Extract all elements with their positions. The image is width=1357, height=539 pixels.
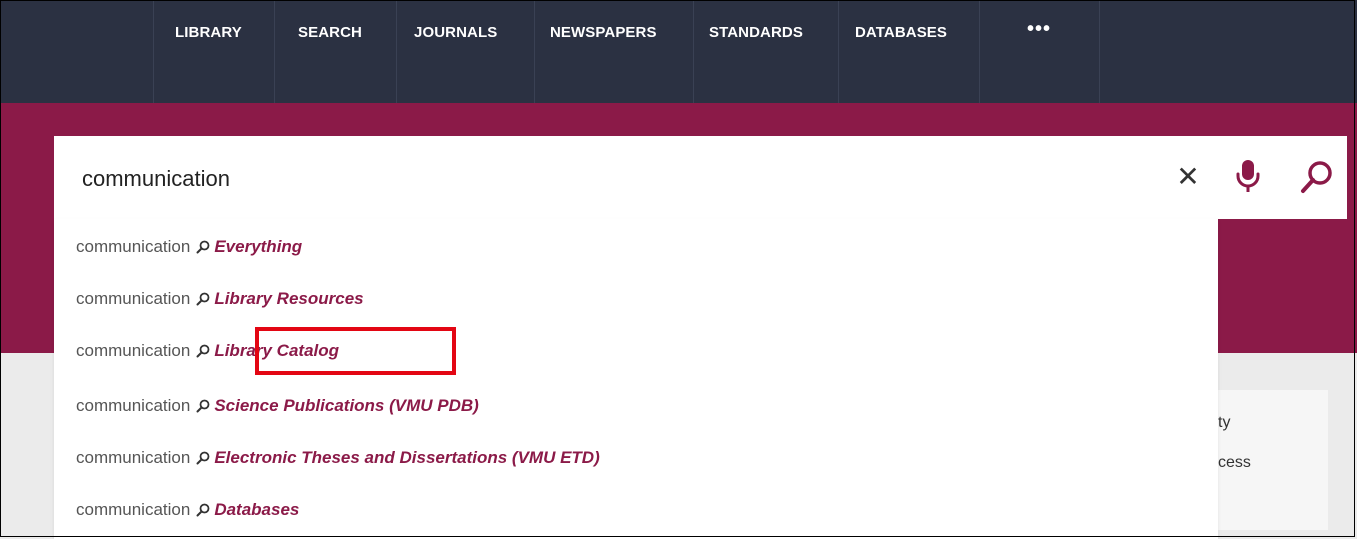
search-icon	[1301, 161, 1332, 193]
search-submit-button[interactable]	[1298, 158, 1336, 196]
nav-divider	[153, 0, 154, 103]
info-card-text-2: cess	[1218, 454, 1251, 471]
search-icon	[196, 399, 210, 413]
suggestion-databases[interactable]: communication Databases	[76, 495, 299, 525]
suggestion-scope: Library Catalog	[214, 341, 340, 360]
close-icon: ✕	[1176, 161, 1200, 192]
nav-divider	[396, 0, 397, 103]
suggestion-term: communication	[76, 448, 191, 467]
search-icon	[196, 292, 210, 306]
suggestion-everything[interactable]: communication Everything	[76, 232, 302, 262]
suggestion-library-catalog[interactable]: communication Library Catalog	[76, 336, 339, 366]
suggestion-term: communication	[76, 500, 191, 519]
more-menu-button[interactable]: •••	[1027, 18, 1051, 41]
nav-item-standards[interactable]: STANDARDS	[709, 24, 803, 41]
info-card-text-1: ty	[1218, 414, 1231, 431]
nav-divider	[979, 0, 980, 103]
microphone-icon	[1236, 160, 1260, 192]
suggestion-scope: Library Resources	[214, 289, 364, 308]
search-suggestions-dropdown: communication Everything communication L…	[54, 219, 1218, 539]
suggestion-library-resources[interactable]: communication Library Resources	[76, 284, 364, 314]
top-navigation: LIBRARY SEARCH JOURNALS NEWSPAPERS STAND…	[0, 0, 1357, 103]
suggestion-term: communication	[76, 341, 191, 360]
nav-divider	[534, 0, 535, 103]
nav-item-journals[interactable]: JOURNALS	[414, 24, 497, 41]
search-icon	[196, 240, 210, 254]
voice-search-button[interactable]	[1233, 158, 1263, 196]
suggestion-term: communication	[76, 396, 191, 415]
suggestion-theses-dissertations[interactable]: communication Electronic Theses and Diss…	[76, 443, 600, 473]
nav-divider	[1099, 0, 1100, 103]
search-input[interactable]	[80, 162, 1084, 196]
suggestion-scope: Everything	[214, 237, 303, 256]
nav-item-newspapers[interactable]: NEWSPAPERS	[550, 24, 657, 41]
search-icon	[196, 503, 210, 517]
search-icon	[196, 344, 210, 358]
search-icon	[196, 451, 210, 465]
nav-divider	[838, 0, 839, 103]
suggestion-science-publications[interactable]: communication Science Publications (VMU …	[76, 391, 479, 421]
nav-item-search[interactable]: SEARCH	[298, 24, 362, 41]
clear-button[interactable]: ✕	[1174, 158, 1202, 196]
nav-item-library[interactable]: LIBRARY	[175, 24, 242, 41]
nav-divider	[693, 0, 694, 103]
suggestion-term: communication	[76, 237, 191, 256]
suggestion-scope: Electronic Theses and Dissertations (VMU…	[214, 448, 600, 467]
nav-item-databases[interactable]: DATABASES	[855, 24, 947, 41]
search-box: ✕	[54, 136, 1347, 219]
suggestion-scope: Databases	[214, 500, 300, 519]
suggestion-term: communication	[76, 289, 191, 308]
suggestion-scope: Science Publications (VMU PDB)	[214, 396, 479, 415]
nav-divider	[274, 0, 275, 103]
